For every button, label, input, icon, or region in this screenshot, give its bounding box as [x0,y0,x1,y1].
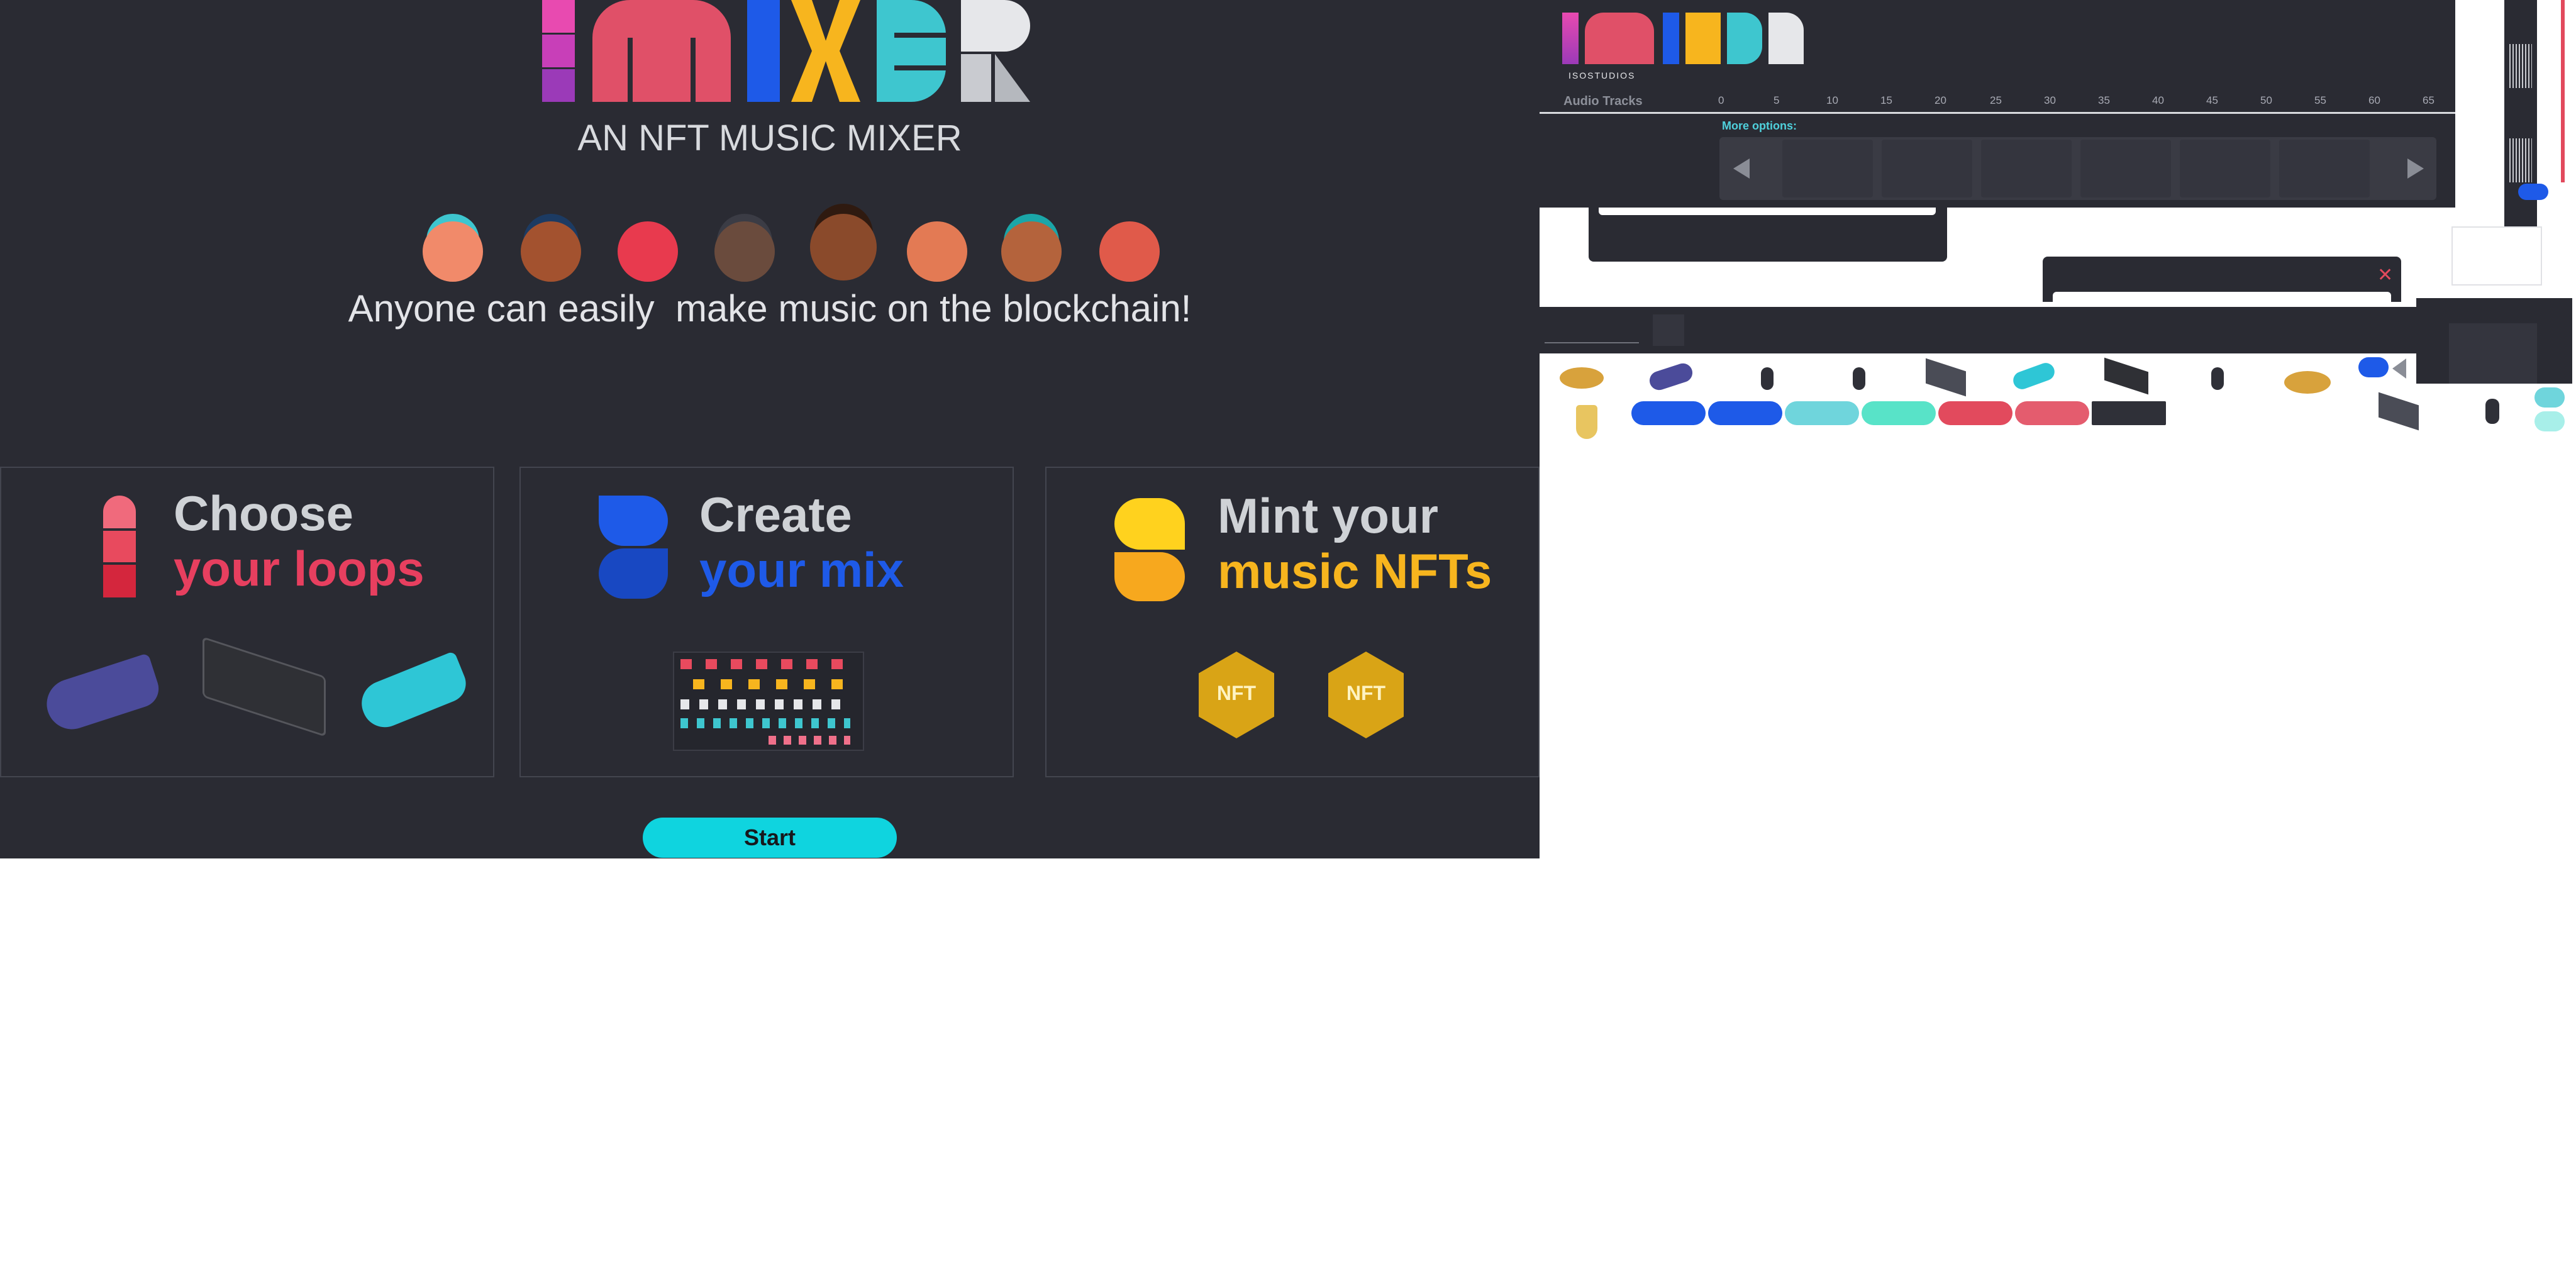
palette-pill[interactable] [1862,401,1936,425]
floating-panel [1589,208,1947,262]
nft-coin-icon: NFT [1199,652,1274,738]
triangle-left-icon[interactable] [2392,358,2406,379]
palette-pill[interactable] [1785,401,1859,425]
saxophone-icon[interactable] [1576,405,1597,439]
timeline-tick: 30 [2044,94,2056,106]
palette-pills [1631,401,2166,426]
palette-pill[interactable] [2092,401,2166,425]
landing-logo [542,0,1030,102]
card-title-line1: Mint your [1218,488,1438,543]
instrument-thumbnails [1553,355,2572,443]
microphone-icon[interactable] [1853,367,1865,390]
sequencer-slot[interactable] [1782,140,1873,197]
modal-panel: ✕ [2043,257,2401,302]
palette-pill[interactable] [1938,401,2012,425]
timeline-ruler: 0 5 10 15 20 25 30 35 40 45 50 55 60 65 [1540,0,2455,113]
avatar [521,221,581,282]
toggle-pill[interactable] [2358,357,2389,377]
timeline-tick: 10 [1826,94,1838,106]
palette-pill[interactable] [2015,401,2089,425]
timeline-tick: 65 [2423,94,2434,106]
more-options-label: More options: [1722,119,1797,132]
nft-badge-label: NFT [1346,682,1386,704]
sequencer-slot[interactable] [1882,140,1972,197]
avatar [1001,221,1062,282]
palette-pill[interactable] [1631,401,1706,425]
sequencer-slot[interactable] [1981,140,2072,197]
avatar [618,221,678,282]
card-title-line2: your loops [174,541,425,596]
create-mix-card: Create your mix [519,467,1014,777]
waveform-icon [2509,44,2532,88]
keyboard-icon[interactable] [2104,357,2148,395]
electric-guitar-icon [355,650,472,735]
microphone-icon[interactable] [2211,367,2224,390]
sequencer-slot[interactable] [2180,140,2270,197]
timeline-tick: 55 [2314,94,2326,106]
banjo-icon[interactable] [1560,367,1604,389]
sequencer-strip [1719,137,2436,200]
nft-badge-label: NFT [1216,682,1257,704]
toggle-pill[interactable] [2534,387,2565,408]
sequencer-grid-icon [673,652,864,751]
timeline-tick: 0 [1718,94,1724,106]
nft-coin-icon: NFT [1328,652,1404,738]
toolbar-strip [1540,307,2416,353]
avatar [907,221,967,282]
sequencer-slot[interactable] [2080,140,2171,197]
microphone-icon[interactable] [1761,367,1774,390]
mint-nft-card: Mint your music NFTs NFT NFT [1045,467,1540,777]
timeline-tick: 35 [2098,94,2110,106]
timeline-tick: 20 [1935,94,1946,106]
avatar [1099,221,1160,282]
next-icon[interactable] [2407,158,2424,179]
waveform-icon [2509,138,2532,182]
choose-icon [103,496,136,599]
avatar-row [415,208,1170,289]
editor-header: ISOSTUDIOS Audio Tracks 0 5 10 15 20 25 … [1540,0,2455,208]
drum-machine-icon[interactable] [2379,392,2419,431]
timeline-tick: 15 [1880,94,1892,106]
avatar [714,221,775,282]
close-icon[interactable]: ✕ [2377,264,2393,286]
card-title-line2: music NFTs [1218,543,1492,599]
choose-loops-card: Choose your loops [0,467,494,777]
timeline-tick: 5 [1774,94,1780,106]
sequencer-slot[interactable] [2279,140,2370,197]
start-button[interactable]: Start [643,818,897,858]
keyboard-icon [203,636,326,737]
prev-icon[interactable] [1733,158,1750,179]
timeline-tick: 40 [2152,94,2164,106]
card-title-line1: Create [699,487,852,542]
tagline: AN NFT MUSIC MIXER [577,118,962,158]
mint-icon [1114,498,1185,601]
electric-guitar-icon[interactable] [2011,360,2057,392]
card-title-line1: Choose [174,486,354,541]
timeline-tick: 50 [2260,94,2272,106]
card-title-line2: your mix [699,542,904,597]
toggle-pill[interactable] [2534,411,2565,431]
guitar-icon[interactable] [1647,360,1695,393]
banjo-icon[interactable] [2284,371,2331,394]
avatar [810,214,877,280]
palette-pill[interactable] [1708,401,1782,425]
guitar-icon [40,653,164,736]
avatar [423,221,483,282]
headline: Anyone can easily make music on the bloc… [348,287,1192,330]
timeline-tick: 45 [2206,94,2218,106]
landing-page: AN NFT MUSIC MIXER Anyone can easily mak… [0,0,1540,858]
microphone-icon[interactable] [2485,399,2499,424]
timeline-tick: 60 [2368,94,2380,106]
timeline-tick: 25 [1990,94,2002,106]
create-icon [599,496,668,599]
drum-machine-icon[interactable] [1926,358,1966,397]
